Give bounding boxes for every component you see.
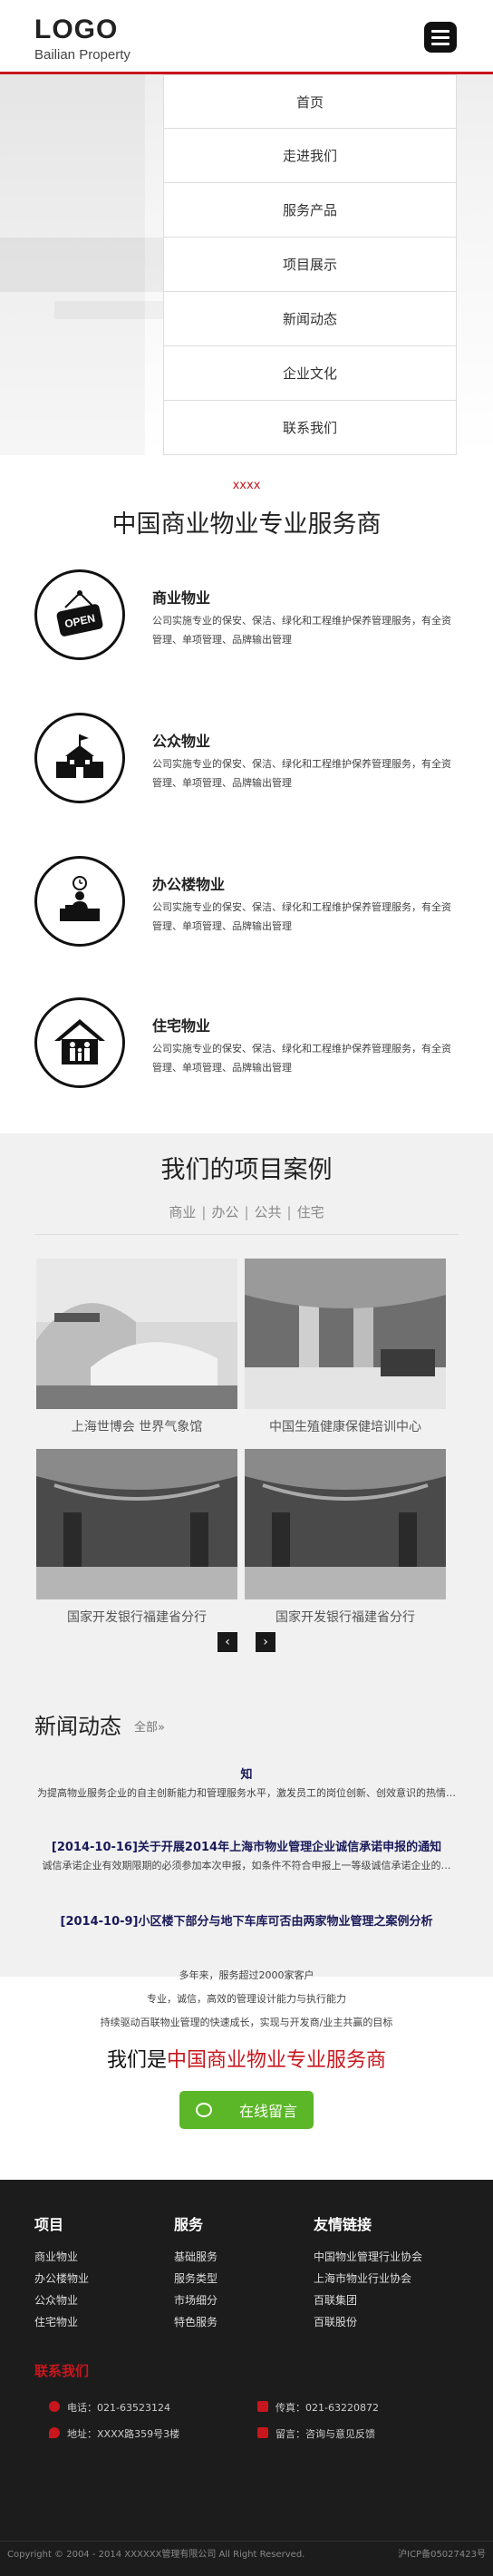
chat-bubble-icon <box>195 2103 212 2117</box>
news-headline[interactable]: [2014-10-9]小区楼下部分与地下车库可否由两家物业管理之案例分析 <box>0 1911 493 1929</box>
contact-phone: 电话：021-63523124 <box>67 2402 170 2414</box>
footer-link[interactable]: 住宅物业 <box>34 2314 78 2329</box>
service-title: 住宅物业 <box>152 1017 211 1035</box>
project-photo[interactable] <box>245 1449 446 1599</box>
news-headline[interactable]: 知 <box>0 1764 493 1782</box>
service-title: 商业物业 <box>152 589 211 607</box>
tab-public[interactable]: 公共 <box>255 1204 282 1220</box>
footer-col-title: 友情链接 <box>314 2216 372 2233</box>
nav-item-culture[interactable]: 企业文化 <box>163 346 457 401</box>
footer-link[interactable]: 上海市物业行业协会 <box>314 2270 411 2286</box>
news-summary: 为提高物业服务企业的自主创新能力和管理服务水平，激发员工的岗位创新、创效意识的热… <box>37 1787 456 1799</box>
news-more-link[interactable]: 全部» <box>134 1717 165 1735</box>
copyright-text: Copyright © 2004 - 2014 XXXXXX管理有限公司 All… <box>7 2550 305 2560</box>
brand-line: 专业，诚信，高效的管理设计能力与执行能力 <box>147 1993 346 2005</box>
site-header: LOGO Bailian Property <box>0 0 493 74</box>
hamburger-icon <box>431 30 450 33</box>
project-photo[interactable] <box>36 1449 237 1599</box>
menu-toggle-button[interactable] <box>424 22 457 53</box>
service-item[interactable]: OPEN 商业物业 公司实施专业的保安、保洁、绿化和工程维护保养管理服务，有全资… <box>34 569 460 669</box>
contact-title: 联系我们 <box>34 2363 90 2379</box>
icp-number[interactable]: 沪ICP备05027423号 <box>398 2546 486 2560</box>
open-sign-icon: OPEN <box>34 569 125 660</box>
nav-item-about[interactable]: 走进我们 <box>163 129 457 183</box>
service-desc: 公司实施专业的保安、保洁、绿化和工程维护保养管理服务，有全资管理、单项管理、品牌… <box>152 615 451 646</box>
nav-item-home[interactable]: 首页 <box>163 74 457 129</box>
project-caption: 国家开发银行福建省分行 <box>276 1610 415 1625</box>
footer-link[interactable]: 商业物业 <box>34 2249 78 2264</box>
tab-residential[interactable]: 住宅 <box>297 1204 324 1220</box>
footer-link[interactable]: 服务类型 <box>174 2270 218 2286</box>
service-desc: 公司实施专业的保安、保洁、绿化和工程维护保养管理服务，有全资管理、单项管理、品牌… <box>152 901 451 932</box>
tab-office[interactable]: 办公 <box>211 1204 238 1220</box>
next-arrow-button[interactable]: › <box>256 1632 276 1652</box>
house-family-icon <box>34 997 125 1088</box>
project-caption: 中国生殖健康保健培训中心 <box>269 1420 421 1434</box>
news-title: 新闻动态 <box>34 1714 121 1739</box>
logo[interactable]: LOGO <box>34 15 118 45</box>
service-desc: 公司实施专业的保安、保洁、绿化和工程维护保养管理服务，有全资管理、单项管理、品牌… <box>152 1043 451 1074</box>
news-headline[interactable]: [2014-10-16]关于开展2014年上海市物业管理企业诚信承诺申报的通知 <box>0 1837 493 1854</box>
service-item[interactable]: 公众物业 公司实施专业的保安、保洁、绿化和工程维护保养管理服务，有全资管理、单项… <box>34 713 460 812</box>
footer-link[interactable]: 市场细分 <box>174 2292 218 2308</box>
footer-col-title: 服务 <box>174 2216 204 2233</box>
projects-title: 我们的项目案例 <box>160 1156 333 1184</box>
service-desc: 公司实施专业的保安、保洁、绿化和工程维护保养管理服务，有全资管理、单项管理、品牌… <box>152 758 451 789</box>
project-photo[interactable] <box>245 1259 446 1409</box>
footer-link[interactable]: 基础服务 <box>174 2249 218 2264</box>
prev-arrow-button[interactable]: ‹ <box>218 1632 237 1652</box>
office-desk-icon <box>34 856 125 947</box>
footer-link[interactable]: 中国物业管理行业协会 <box>314 2249 422 2264</box>
brand-line: 多年来，服务超过2000家客户 <box>179 1969 314 1981</box>
projects-tabs: 商业 | 办公 | 公共 | 住宅 <box>169 1204 324 1220</box>
divider <box>34 1234 459 1235</box>
footer-link[interactable]: 百联股份 <box>314 2314 357 2329</box>
contact-address: 地址：XXXX路359号3楼 <box>67 2428 180 2440</box>
footer-link[interactable]: 百联集团 <box>314 2292 357 2308</box>
fax-icon <box>257 2401 268 2412</box>
service-item[interactable]: 办公楼物业 公司实施专业的保安、保洁、绿化和工程维护保养管理服务，有全资管理、单… <box>34 856 460 956</box>
service-item[interactable]: 住宅物业 公司实施专业的保安、保洁、绿化和工程维护保养管理服务，有全资管理、单项… <box>34 997 460 1097</box>
location-icon <box>49 2427 60 2438</box>
tab-commercial[interactable]: 商业 <box>169 1204 196 1220</box>
main-nav: 首页 走进我们 服务产品 项目展示 新闻动态 企业文化 联系我们 <box>163 74 457 455</box>
nav-item-contact[interactable]: 联系我们 <box>163 401 457 455</box>
slogan-prefix: 我们是 <box>106 2049 167 2072</box>
project-photo[interactable] <box>36 1259 237 1409</box>
school-building-icon <box>34 713 125 803</box>
brand-line: 持续驱动百联物业管理的快速成长，实现与开发商/业主共赢的目标 <box>100 2017 393 2028</box>
copyright-bar: Copyright © 2004 - 2014 XXXXXX管理有限公司 All… <box>0 2541 493 2564</box>
online-message-button[interactable]: 在线留言 <box>179 2091 314 2129</box>
project-caption: 国家开发银行福建省分行 <box>67 1610 207 1625</box>
nav-item-services[interactable]: 服务产品 <box>163 183 457 238</box>
nav-item-projects[interactable]: 项目展示 <box>163 238 457 292</box>
online-message-label: 在线留言 <box>238 2103 297 2120</box>
brand-slogan: 我们是中国商业物业专业服务商 <box>0 2044 493 2073</box>
section-tag: xxxx <box>232 479 261 492</box>
service-title: 办公楼物业 <box>152 876 226 893</box>
message-icon <box>257 2427 268 2438</box>
logo-subtitle: Bailian Property <box>34 47 130 63</box>
footer-col-title: 项目 <box>34 2216 64 2233</box>
slogan-highlight: 中国商业物业专业服务商 <box>167 2049 387 2072</box>
nav-item-news[interactable]: 新闻动态 <box>163 292 457 346</box>
footer-link[interactable]: 办公楼物业 <box>34 2270 89 2286</box>
contact-message[interactable]: 留言：咨询与意见反馈 <box>276 2426 375 2441</box>
footer-link[interactable]: 特色服务 <box>174 2314 218 2329</box>
service-title: 公众物业 <box>152 733 211 750</box>
news-summary: 诚信承诺企业有效期限期的必须参加本次申报，如条件不符合申报上一等级诚信承诺企业的… <box>42 1860 451 1871</box>
project-caption: 上海世博会 世界气象馆 <box>71 1420 203 1434</box>
footer-link[interactable]: 公众物业 <box>34 2292 78 2308</box>
services-title: 中国商业物业专业服务商 <box>111 510 382 539</box>
contact-fax: 传真：021-63220872 <box>276 2402 379 2414</box>
phone-icon <box>49 2401 60 2412</box>
